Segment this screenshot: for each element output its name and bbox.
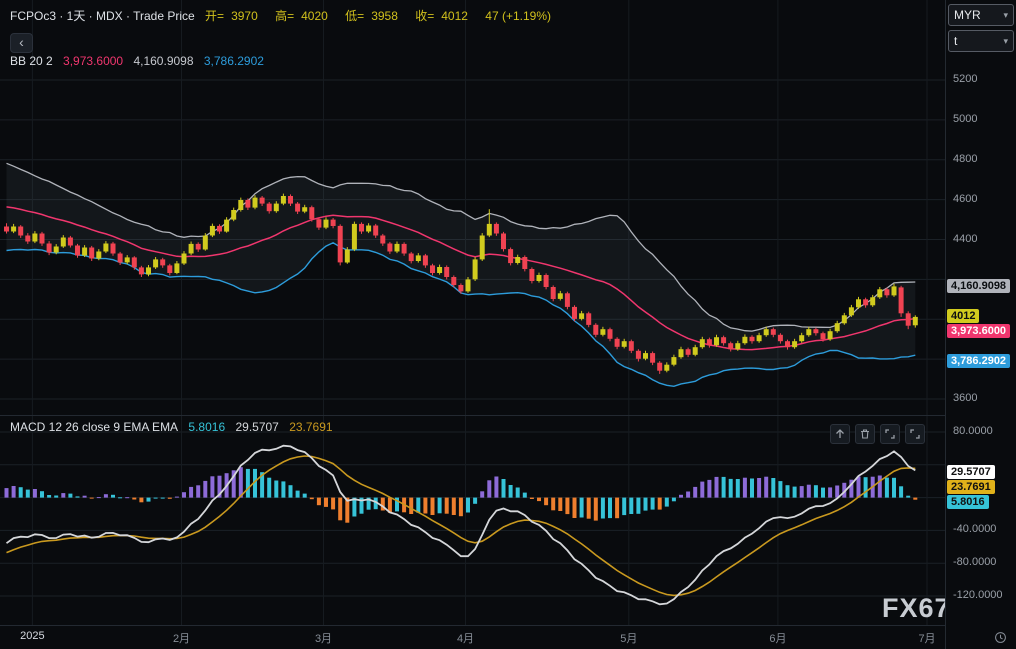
close-value: 收= 4012 — [415, 9, 468, 23]
price-axis-label: 4600 — [953, 192, 978, 205]
currency-dropdown[interactable]: MYR ▾ — [948, 4, 1014, 26]
macd-legend[interactable]: MACD 12 26 close 9 EMA EMA 5.8016 29.570… — [10, 420, 340, 434]
price-axis-label: 5200 — [953, 73, 978, 85]
time-axis-label: 7月 — [918, 633, 936, 645]
macd-axis-label: -120.0000 — [953, 589, 1003, 601]
bb-indicator-label: BB 20 2 — [10, 54, 53, 68]
move-pane-up-button[interactable] — [830, 424, 850, 444]
chevron-down-icon: ▾ — [1003, 35, 1008, 46]
restore-pane-button[interactable] — [905, 424, 925, 444]
macd-axis-label: -80.0000 — [953, 556, 997, 569]
currency-value: MYR — [954, 8, 981, 22]
macd-signal-value: 23.7691 — [289, 420, 333, 434]
bb-upper-value: 4,160.9098 — [133, 54, 194, 68]
macd-axis-label: 80.0000 — [953, 425, 993, 437]
time-axis-settings-button[interactable] — [991, 630, 1009, 645]
price-axis-label: 3600 — [953, 392, 978, 404]
macd-axis-label: -40.0000 — [953, 523, 997, 536]
chevron-down-icon: ▾ — [1003, 9, 1008, 20]
high-value: 高= 4020 — [275, 9, 328, 23]
change-value: 47 (+1.19%) — [485, 9, 552, 23]
low-value: 低= 3958 — [345, 9, 398, 23]
floating-price-label: 29.5707 — [947, 465, 995, 479]
macd-indicator-label: MACD 12 26 close 9 EMA EMA — [10, 420, 179, 434]
chevron-left-icon: ‹ — [19, 34, 24, 50]
time-axis-label: 2025 — [20, 630, 45, 642]
price-scale[interactable]: MYR ▾ t ▾ 5200 5000 4800 4600 4400 3600 4,160.… — [945, 0, 1016, 649]
floating-price-label: 5.8016 — [947, 495, 989, 509]
trash-icon — [861, 429, 869, 439]
symbol-title[interactable]: FCPOc3 · 1天 · MDX · Trade Price — [10, 9, 195, 23]
time-axis-label: 3月 — [314, 633, 333, 645]
floating-price-label: 4,160.9098 — [947, 279, 1011, 293]
unit-value: t — [954, 34, 958, 48]
macd-pane-toolbar — [830, 424, 925, 444]
time-axis[interactable]: 2025 2月 3月 4月 5月 6月 7月 — [0, 626, 945, 649]
open-value: 开= 3970 — [205, 9, 258, 23]
bb-mid-value: 3,973.6000 — [63, 54, 124, 68]
price-axis-label: 5000 — [953, 112, 978, 125]
trading-chart-app: FX678 FCPOc3 · 1天 · MDX · Trade Price 开=… — [0, 0, 1016, 649]
clock-icon — [994, 632, 1006, 643]
time-axis-label: 2月 — [172, 633, 191, 645]
bb-legend[interactable]: BB 20 2 3,973.6000 4,160.9098 3,786.2902 — [10, 54, 271, 68]
arrow-up-icon — [836, 429, 844, 438]
bb-lower-value: 3,786.2902 — [203, 54, 264, 68]
price-axis-label: 4400 — [953, 232, 978, 245]
floating-price-label: 3,973.6000 — [947, 324, 1011, 338]
price-axis-label: 4800 — [953, 152, 978, 165]
maximize-icon — [885, 429, 895, 439]
delete-pane-button[interactable] — [855, 424, 875, 444]
macd-indicator-chart[interactable] — [0, 415, 945, 625]
floating-price-label: 4012 — [947, 309, 980, 323]
floating-price-label: 23.7691 — [947, 480, 995, 494]
macd-hist-value: 5.8016 — [188, 420, 226, 434]
collapse-toolbar-button[interactable]: ‹ — [10, 33, 33, 53]
time-axis-label: 4月 — [456, 633, 475, 645]
time-axis-label: 5月 — [620, 633, 638, 645]
pane-separator[interactable] — [0, 415, 1016, 416]
macd-line-value: 29.5707 — [235, 420, 279, 434]
time-axis-label: 6月 — [769, 633, 787, 645]
symbol-legend: FCPOc3 · 1天 · MDX · Trade Price 开= 3970 高… — [10, 7, 558, 24]
unit-dropdown[interactable]: t ▾ — [948, 30, 1014, 52]
maximize-pane-button[interactable] — [880, 424, 900, 444]
restore-icon — [910, 429, 920, 439]
floating-price-label: 3,786.2902 — [947, 354, 1011, 368]
